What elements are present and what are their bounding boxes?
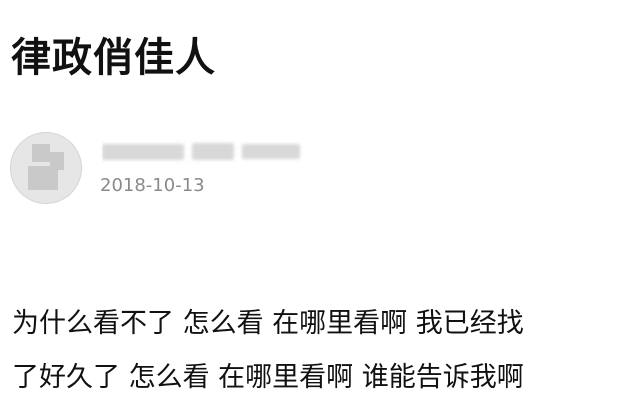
post-title: 律政俏佳人 — [11, 35, 216, 81]
avatar[interactable] — [10, 132, 82, 204]
post-container: 律政俏佳人 2018-10-13 为什么看不了 怎么看 在哪里看啊 我已经找 了… — [0, 0, 640, 407]
author-name-blur-block — [102, 144, 184, 160]
post-body-line: 为什么看不了 怎么看 在哪里看啊 我已经找 — [12, 308, 524, 339]
post-body-line: 了好久了 怎么看 在哪里看啊 谁能告诉我啊 — [12, 362, 524, 393]
author-name-blurred[interactable] — [102, 132, 322, 168]
post-date: 2018-10-13 — [100, 175, 205, 196]
avatar-blur-block — [32, 144, 50, 162]
author-row: 2018-10-13 — [10, 118, 630, 208]
post-body: 为什么看不了 怎么看 在哪里看啊 我已经找 了好久了 怎么看 在哪里看啊 谁能告… — [12, 297, 632, 405]
author-name-blur-block — [192, 143, 234, 160]
avatar-blur-block — [50, 152, 64, 170]
author-name-blur-block — [242, 144, 300, 159]
